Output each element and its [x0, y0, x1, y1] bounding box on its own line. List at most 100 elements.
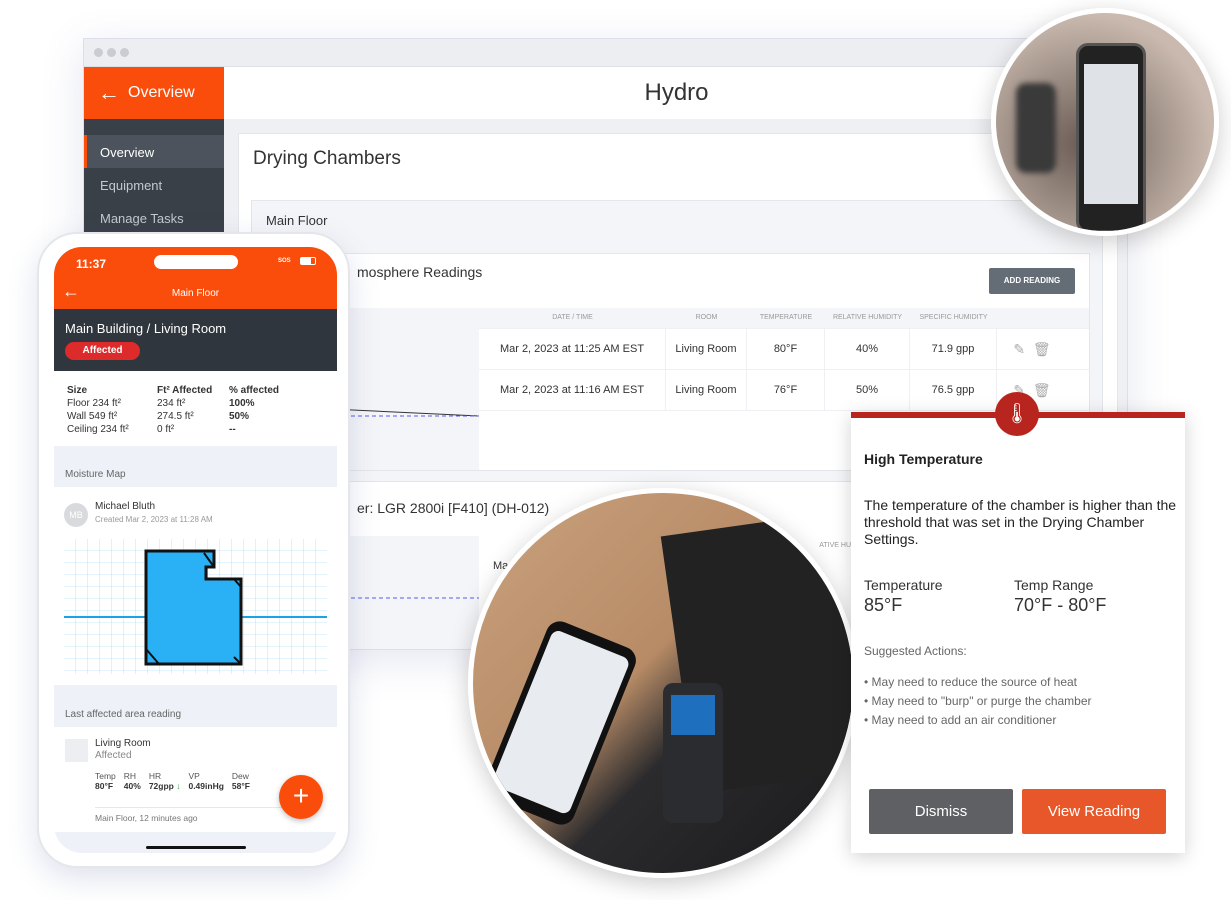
table-cell: Mar 2, 2023 at 11:16 AM EST	[479, 370, 666, 410]
table-header: DATE / TIME Room TEMPERATURE RELATIVE HU…	[479, 308, 1089, 329]
size-cell: 0 ft²	[157, 424, 175, 435]
dynamic-island	[154, 255, 238, 269]
temperature-value: 85°F	[864, 595, 903, 615]
metric: RH 40%	[123, 771, 141, 791]
table-cell: Mar 2, 2023 at 11:25 AM EST	[479, 329, 666, 369]
photo-technician-dehumidifier	[468, 488, 858, 878]
arrow-down-icon: ↓	[176, 781, 181, 791]
phone-in-photo	[1076, 43, 1146, 231]
size-header: Ft² Affected	[157, 385, 213, 396]
readings-table: DATE / TIME Room TEMPERATURE RELATIVE HU…	[479, 308, 1089, 411]
size-header: Size	[67, 385, 88, 396]
temperature-label: Temperature	[864, 577, 943, 593]
metric: Temp 80°F	[95, 771, 116, 791]
meter-in-photo	[663, 683, 723, 823]
edit-pencil-icon[interactable]: ✎	[1013, 341, 1025, 357]
action-item: • May need to add an air conditioner	[864, 713, 1057, 727]
arrow-left-icon: ←	[98, 80, 120, 105]
table-cell: Living Room	[666, 329, 747, 369]
action-item: • May need to reduce the source of heat	[864, 675, 1078, 689]
last-updated: Main Floor, 12 minutes ago	[95, 813, 198, 823]
alert-title: High Temperature	[864, 451, 983, 467]
clock: 11:37	[76, 257, 107, 271]
table-cell: 50%	[825, 370, 910, 410]
metric: HR 72gpp ↓	[148, 771, 181, 791]
mobile-phone: 11:37 SOS ← Main Floor Main Building / L…	[37, 232, 350, 868]
nav-title: Main Floor	[171, 288, 220, 299]
page-title: Drying Chambers	[253, 148, 401, 169]
moisture-map[interactable]	[64, 539, 327, 674]
moisture-map-card: MB Michael Bluth Created Mar 2, 2023 at …	[54, 487, 337, 685]
size-cell: 50%	[229, 411, 250, 422]
size-cell: --	[229, 424, 236, 435]
alert-message: The temperature of the chamber is higher…	[864, 497, 1177, 547]
size-cell: 100%	[229, 398, 255, 409]
add-reading-button[interactable]: ADD READING	[989, 268, 1075, 294]
home-indicator	[146, 846, 246, 849]
sidebar-item-equipment[interactable]: Equipment	[84, 168, 224, 201]
suggested-actions: • May need to reduce the source of heat •…	[864, 673, 1092, 730]
location-title: Main Building / Living Room	[65, 321, 227, 336]
floorplan-icon	[65, 739, 88, 762]
last-reading-label: Last affected area reading	[65, 709, 182, 720]
trash-icon[interactable]: 🗑	[1033, 382, 1051, 398]
thermometer-icon: 🌡	[995, 392, 1039, 436]
window-dot[interactable]	[107, 48, 116, 57]
col-room: Room	[695, 314, 718, 321]
phone-header: 11:37 SOS ← Main Floor	[54, 247, 337, 309]
table-cell: 76.5 gpp	[910, 370, 997, 410]
meter-in-photo	[1016, 83, 1056, 173]
table-cell: Living Room	[666, 370, 747, 410]
author-name: Michael Bluth	[95, 501, 156, 512]
status-icons: SOS	[278, 258, 291, 264]
col-sh: SPECIFIC HUMIDITY	[919, 314, 988, 321]
photo-phone-capture	[991, 8, 1219, 236]
room-status: Affected	[95, 750, 132, 761]
range-value: 70°F - 80°F	[1014, 595, 1107, 615]
size-cell: 234 ft²	[157, 398, 186, 409]
view-reading-button[interactable]: View Reading	[1022, 789, 1166, 834]
location-header: Main Building / Living Room Affected	[54, 309, 337, 371]
table-cell: 76°F	[747, 370, 825, 410]
action-item: • May need to "burp" or purge the chambe…	[864, 694, 1092, 708]
table-cell: 71.9 gpp	[910, 329, 997, 369]
created-date: Created Mar 2, 2023 at 11:28 AM	[95, 515, 213, 524]
divider	[95, 807, 295, 808]
room-name: Living Room	[95, 738, 151, 749]
dismiss-button[interactable]: Dismiss	[869, 789, 1013, 834]
table-cell: 80°F	[747, 329, 825, 369]
table-row[interactable]: Mar 2, 2023 at 11:25 AM EST Living Room 80…	[479, 329, 1089, 370]
size-cell: Ceiling 234 ft²	[67, 424, 129, 435]
col-temperature: TEMPERATURE	[759, 314, 813, 321]
window-titlebar	[84, 39, 1127, 67]
col-rh: RELATIVE HUMIDITY	[832, 314, 903, 321]
phone-in-photo	[480, 617, 641, 829]
chamber-title: Main Floor	[266, 213, 328, 228]
high-temperature-alert: 🌡 High Temperature The temperature of th…	[851, 392, 1185, 853]
size-cell: Floor 234 ft²	[67, 398, 121, 409]
back-button[interactable]: ← Overview	[84, 67, 224, 119]
add-fab-button[interactable]: +	[279, 775, 323, 819]
metric: Dew 58°F	[231, 771, 250, 791]
phone-screen: 11:37 SOS ← Main Floor Main Building / L…	[54, 247, 337, 853]
size-cell: 274.5 ft²	[157, 411, 194, 422]
metrics: Temp 80°F RH 40% HR 72gpp ↓ VP 0.49inHg Dew 58°F	[95, 771, 250, 791]
battery-icon	[300, 257, 316, 265]
table-cell: 40%	[825, 329, 910, 369]
range-label: Temp Range	[1014, 577, 1094, 593]
sidebar-item-manage-tasks[interactable]: Manage Tasks	[84, 201, 224, 234]
avatar: MB	[64, 503, 88, 527]
status-badge: Affected	[65, 342, 140, 360]
size-header: % affected	[229, 385, 280, 396]
metric: VP 0.49inHg	[188, 771, 224, 791]
suggested-label: Suggested Actions:	[864, 644, 967, 658]
sidebar-item-overview[interactable]: Overview	[84, 135, 224, 168]
window-dot[interactable]	[94, 48, 103, 57]
size-table: Size Floor 234 ft² Wall 549 ft² Ceiling 234…	[54, 371, 337, 446]
window-dot[interactable]	[120, 48, 129, 57]
size-cell: Wall 549 ft²	[67, 411, 118, 422]
atmosphere-title: mosphere Readings	[357, 264, 483, 280]
moisture-map-label: Moisture Map	[65, 469, 126, 480]
trash-icon[interactable]: 🗑	[1033, 341, 1051, 357]
col-date: DATE / TIME	[552, 314, 593, 321]
